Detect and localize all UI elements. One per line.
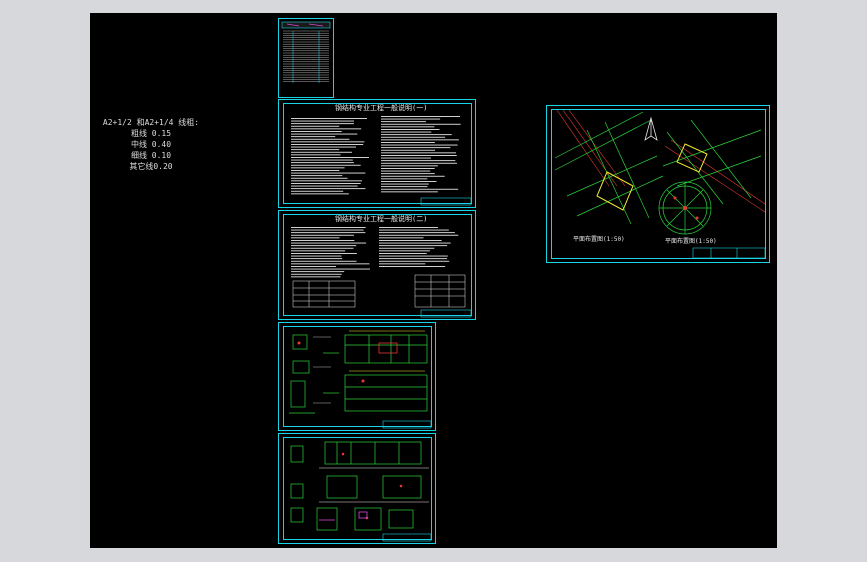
note-line-4: 细线 0.10 (130, 151, 172, 160)
note-line-2: 粗线 0.15 (130, 129, 172, 138)
sheet-elevations[interactable] (278, 322, 436, 431)
linewidth-note: A2+1/2 和A2+1/4 线粗: 粗线 0.15 中线 0.40 细线 0.… (91, 117, 211, 172)
north-arrow-icon (644, 116, 658, 141)
sheet-drawing-index[interactable] (278, 18, 334, 98)
sheet-spec-2[interactable]: 钢结构专业工程一般说明(二) (278, 210, 476, 320)
sheet-spec-1[interactable]: 钢结构专业工程一般说明(一) (278, 99, 476, 208)
plan-label-right: 平面布置图(1:50) (665, 238, 717, 245)
cad-drawing-canvas[interactable]: A2+1/2 和A2+1/4 线粗: 粗线 0.15 中线 0.40 细线 0.… (90, 13, 777, 548)
sheet-details[interactable] (278, 433, 436, 544)
spec-1-text-graphic (291, 116, 472, 206)
sheet-site-plan[interactable]: 平面布置图(1:50) 平面布置图(1:50) (546, 105, 770, 263)
detail-drawings (290, 441, 432, 542)
note-line-3: 中线 0.40 (130, 140, 172, 149)
plan-label-left: 平面布置图(1:50) (573, 236, 625, 243)
spec-2-text-graphic (291, 227, 472, 318)
index-table-graphic (281, 21, 331, 83)
note-line-1: A2+1/2 和A2+1/4 线粗: (102, 118, 200, 127)
elevation-drawings (289, 330, 432, 429)
note-line-5: 其它线0.20 (129, 162, 173, 171)
